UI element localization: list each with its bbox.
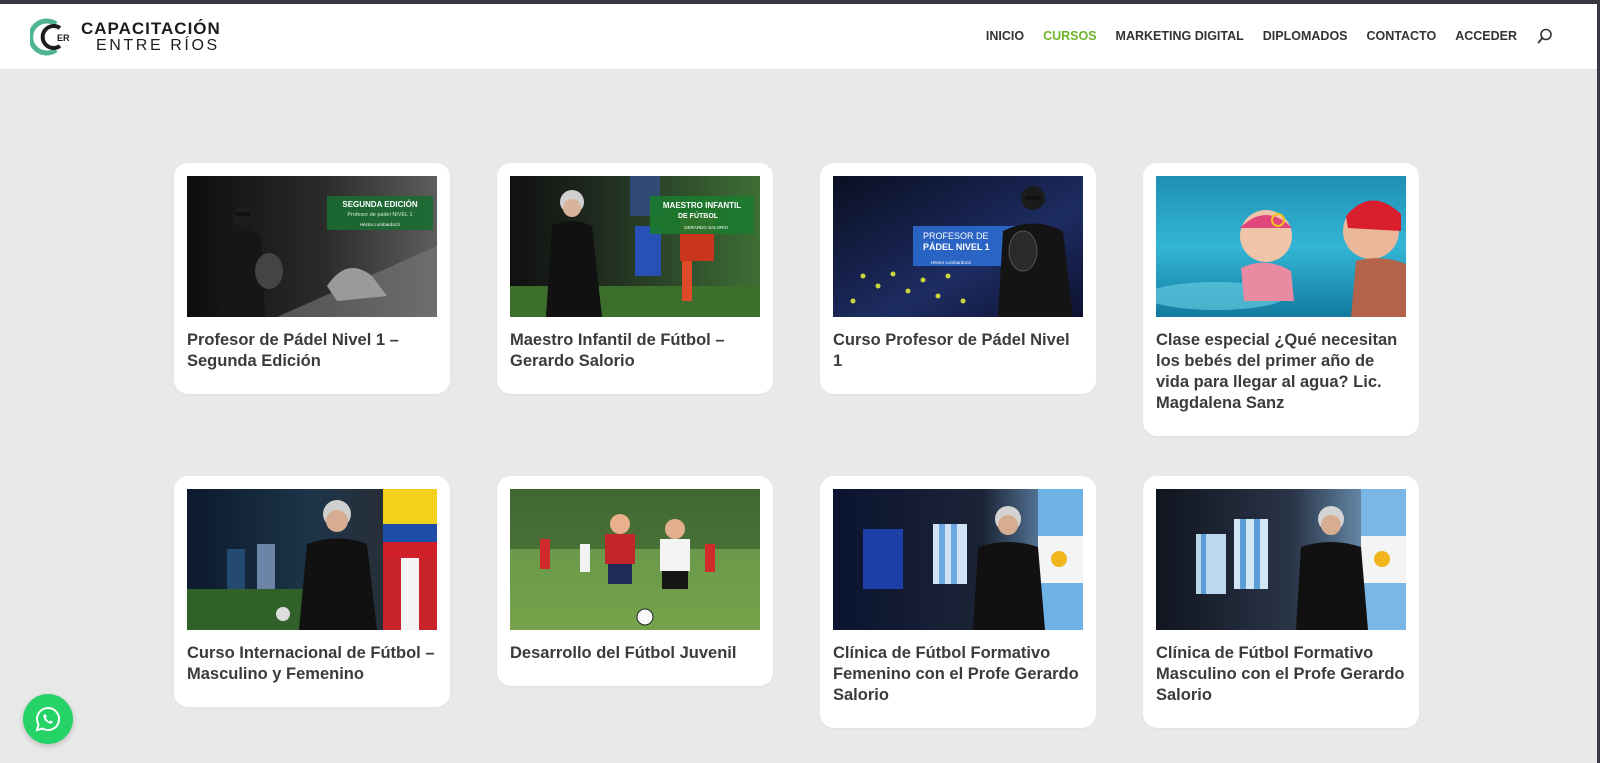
course-card[interactable]: Clínica de Fútbol Formativo Masculino co… <box>1143 476 1419 728</box>
nav-item-cursos[interactable]: CURSOS <box>1043 29 1096 43</box>
course-thumbnail[interactable] <box>833 489 1083 630</box>
course-title[interactable]: Maestro Infantil de Fútbol – Gerardo Sal… <box>510 330 760 372</box>
logo-subtitle: ENTRE RÍOS <box>96 37 220 54</box>
nav-item-acceder[interactable]: ACCEDER <box>1455 29 1517 43</box>
site-logo[interactable]: ER CAPACITACIÓN ENTRE RÍOS <box>30 18 221 56</box>
nav-item-inicio[interactable]: INICIO <box>986 29 1024 43</box>
course-card[interactable]: Curso Internacional de Fútbol – Masculin… <box>174 476 450 707</box>
course-thumbnail[interactable]: MAESTRO INFANTIL DE FÚTBOL GERARDO SALOR… <box>510 176 760 317</box>
course-title[interactable]: Curso Internacional de Fútbol – Masculin… <box>187 643 437 685</box>
thumb-line: PÁDEL NIVEL 1 <box>923 242 990 252</box>
main-nav: INICIO CURSOS MARKETING DIGITAL DIPLOMAD… <box>967 28 1553 44</box>
search-icon[interactable] <box>1537 28 1553 44</box>
nav-item-marketing-digital[interactable]: MARKETING DIGITAL <box>1116 29 1244 43</box>
course-title[interactable]: Clínica de Fútbol Formativo Femenino con… <box>833 643 1083 706</box>
course-thumbnail[interactable]: PROFESOR DE PÁDEL NIVEL 1 Héctor Lombard… <box>833 176 1083 317</box>
thumb-line: SEGUNDA EDICIÓN <box>342 200 417 209</box>
course-card[interactable]: MAESTRO INFANTIL DE FÚTBOL GERARDO SALOR… <box>497 163 773 394</box>
course-title[interactable]: Clínica de Fútbol Formativo Masculino co… <box>1156 643 1406 706</box>
course-thumbnail[interactable] <box>1156 489 1406 630</box>
course-thumbnail[interactable] <box>510 489 760 630</box>
nav-item-diplomados[interactable]: DIPLOMADOS <box>1263 29 1348 43</box>
course-title[interactable]: Curso Profesor de Pádel Nivel 1 <box>833 330 1083 372</box>
thumb-line: PROFESOR DE <box>923 231 989 241</box>
course-card[interactable]: PROFESOR DE PÁDEL NIVEL 1 Héctor Lombard… <box>820 163 1096 394</box>
course-card[interactable]: Clase especial ¿Qué necesitan los bebés … <box>1143 163 1419 436</box>
logo-mark-icon: ER <box>30 18 70 56</box>
course-thumbnail[interactable]: SEGUNDA EDICIÓN Profesor de pádel NIVEL … <box>187 176 437 317</box>
course-card[interactable]: Desarrollo del Fútbol Juvenil <box>497 476 773 686</box>
thumb-line: Profesor de pádel NIVEL 1 <box>347 212 412 218</box>
thumb-line: GERARDO SALORIO <box>684 225 729 230</box>
course-card[interactable]: Clínica de Fútbol Formativo Femenino con… <box>820 476 1096 728</box>
course-title[interactable]: Profesor de Pádel Nivel 1 – Segunda Edic… <box>187 330 437 372</box>
course-thumbnail[interactable] <box>1156 176 1406 317</box>
course-thumbnail[interactable] <box>187 489 437 630</box>
thumb-line: Héctor Lombardozzi <box>360 222 400 227</box>
logo-title: CAPACITACIÓN <box>81 19 221 38</box>
whatsapp-button[interactable] <box>23 694 73 744</box>
site-header: ER CAPACITACIÓN ENTRE RÍOS INICIO CURSOS… <box>0 4 1597 70</box>
logo-mark-letters: ER <box>57 33 70 43</box>
whatsapp-icon <box>35 706 60 732</box>
course-title[interactable]: Desarrollo del Fútbol Juvenil <box>510 643 760 664</box>
thumb-line: Héctor Lombardozzi <box>931 260 971 265</box>
course-title[interactable]: Clase especial ¿Qué necesitan los bebés … <box>1156 330 1406 414</box>
thumb-line: DE FÚTBOL <box>678 211 719 220</box>
thumb-line: MAESTRO INFANTIL <box>663 201 741 210</box>
nav-item-contacto[interactable]: CONTACTO <box>1367 29 1437 43</box>
course-card[interactable]: SEGUNDA EDICIÓN Profesor de pádel NIVEL … <box>174 163 450 394</box>
